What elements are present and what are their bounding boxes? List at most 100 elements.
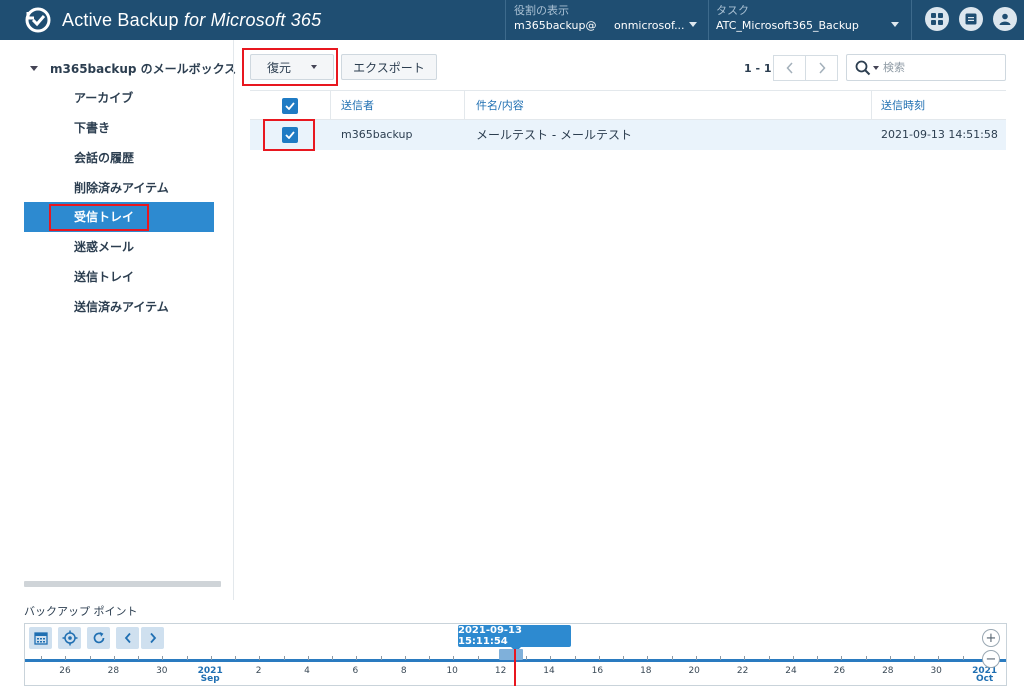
restore-label: 復元 xyxy=(266,60,291,75)
message-icon xyxy=(965,13,977,25)
caret-down-icon xyxy=(311,65,317,69)
timeline-month-label: Sep xyxy=(200,674,220,684)
sidebar-item-label: アーカイブ xyxy=(74,91,134,105)
prev-page-button[interactable] xyxy=(773,55,806,81)
timeline-tick xyxy=(404,656,406,660)
timeline-day-label: 30 xyxy=(930,666,942,676)
timeline-prev-button[interactable] xyxy=(116,627,139,649)
timeline-day-label: 28 xyxy=(107,666,120,676)
timeline-tick xyxy=(962,656,964,660)
timeline-tick xyxy=(380,656,382,660)
sidebar-item-junk-mail[interactable]: 迷惑メール xyxy=(24,232,214,262)
timeline-day-label: 28 xyxy=(882,666,894,676)
user-icon xyxy=(999,13,1011,25)
row-time: 2021-09-13 14:51:58 xyxy=(881,128,998,141)
sidebar-item-inbox[interactable]: 受信トレイ xyxy=(24,202,214,232)
chevron-left-icon xyxy=(785,62,793,74)
calendar-button[interactable] xyxy=(29,627,52,649)
zoom-in-icon: + xyxy=(985,630,997,646)
chevron-down-icon xyxy=(891,22,899,27)
sidebar-item-drafts[interactable]: 下書き xyxy=(24,113,214,143)
sidebar-item-archive[interactable]: アーカイブ xyxy=(24,83,214,113)
timeline-day-label: 14 xyxy=(543,666,555,676)
mailbox-title: m365backup のメールボックス xyxy=(50,62,237,76)
zoom-out-button[interactable]: − xyxy=(982,650,1000,668)
refresh-icon xyxy=(93,632,104,644)
timeline-tick xyxy=(138,656,139,660)
timeline-tick xyxy=(550,656,552,660)
timeline-tick xyxy=(574,656,576,660)
timeline-day-label: 22 xyxy=(736,666,749,676)
table-header: 送信者 件名/内容 送信時刻 xyxy=(250,90,1006,120)
timeline-tick xyxy=(889,656,891,660)
caret-down-icon[interactable] xyxy=(873,66,879,70)
search-icon xyxy=(855,60,871,76)
restore-button[interactable]: 復元 xyxy=(250,54,334,80)
zoom-in-button[interactable]: + xyxy=(982,629,1000,647)
crosshair-icon xyxy=(62,630,77,646)
column-header-time[interactable]: 送信時刻 xyxy=(881,91,925,120)
sidebar-item-label: 受信トレイ xyxy=(74,210,135,224)
row-subject: メールテスト - メールテスト xyxy=(476,128,632,142)
timeline-tick xyxy=(817,656,818,660)
role-view-selector[interactable]: 役割の表示 m365backup@ onmicrosof... xyxy=(508,0,704,40)
timeline-tick xyxy=(744,656,746,660)
timeline-tick xyxy=(162,656,164,660)
export-label: エクスポート xyxy=(353,60,425,75)
task-label: タスク xyxy=(716,4,749,17)
timeline-tick xyxy=(429,656,430,660)
role-view-label: 役割の表示 xyxy=(514,4,569,17)
timeline-day-label: 30 xyxy=(156,666,168,676)
timeline-tick xyxy=(938,656,940,660)
mailbox-tree-root[interactable]: m365backup のメールボックス xyxy=(30,60,236,77)
messages-button[interactable] xyxy=(959,7,983,31)
search-box[interactable] xyxy=(846,54,1006,81)
timeline-tick xyxy=(671,656,673,660)
apps-grid-button[interactable] xyxy=(925,7,949,31)
timeline-tick xyxy=(598,656,600,660)
sidebar-item-label: 送信トレイ xyxy=(74,270,135,284)
refresh-button[interactable] xyxy=(87,627,110,649)
timeline-tick xyxy=(477,656,479,660)
timeline-next-button[interactable] xyxy=(141,627,164,649)
timeline-tick xyxy=(307,656,309,660)
next-page-button[interactable] xyxy=(805,55,838,81)
checkmark-icon xyxy=(285,131,295,139)
timeline-tick xyxy=(113,656,115,660)
timeline-day-label: 20 xyxy=(688,666,700,676)
sidebar-item-conversation-history[interactable]: 会話の履歴 xyxy=(24,143,214,173)
active-backup-logo-icon xyxy=(25,7,51,33)
timeline-tick xyxy=(768,656,770,660)
task-selector[interactable]: タスク ATC_Microsoft365_Backup xyxy=(710,0,900,40)
timeline-tick xyxy=(792,656,794,660)
timeline-day-label: 10 xyxy=(446,666,458,676)
timeline-tick xyxy=(235,656,236,660)
sidebar-item-outbox[interactable]: 送信トレイ xyxy=(24,262,214,292)
pager-range: 1 - 1 xyxy=(744,62,772,75)
timeline-month-label: Oct xyxy=(975,674,994,684)
export-button[interactable]: エクスポート xyxy=(341,54,437,80)
timeline-tick xyxy=(41,656,42,660)
timeline-tick xyxy=(283,656,285,660)
user-menu-button[interactable] xyxy=(993,7,1017,31)
locate-button[interactable] xyxy=(58,627,81,649)
timeline-tick xyxy=(841,656,843,660)
sidebar-item-sent-items[interactable]: 送信済みアイテム xyxy=(24,292,214,322)
timeline-tick xyxy=(65,656,67,660)
timeline-tick xyxy=(332,656,333,660)
sidebar-item-label: 送信済みアイテム xyxy=(74,300,169,314)
timeline-cursor[interactable] xyxy=(514,649,516,686)
column-header-sender[interactable]: 送信者 xyxy=(341,91,374,120)
select-all-checkbox[interactable] xyxy=(282,98,298,114)
column-header-subject[interactable]: 件名/内容 xyxy=(476,91,524,120)
sidebar-scrollbar[interactable] xyxy=(24,581,221,587)
calendar-icon xyxy=(33,632,48,645)
backup-point-marker[interactable] xyxy=(499,649,523,660)
timeline-day-label: 16 xyxy=(591,666,604,676)
row-sender: m365backup xyxy=(341,128,413,141)
search-input[interactable] xyxy=(883,58,1001,77)
row-checkbox[interactable] xyxy=(282,127,298,143)
sidebar-item-deleted-items[interactable]: 削除済みアイテム xyxy=(24,173,214,203)
table-row[interactable]: m365backup メールテスト - メールテスト 2021-09-13 14… xyxy=(250,120,1006,150)
chevron-left-icon xyxy=(124,632,131,644)
